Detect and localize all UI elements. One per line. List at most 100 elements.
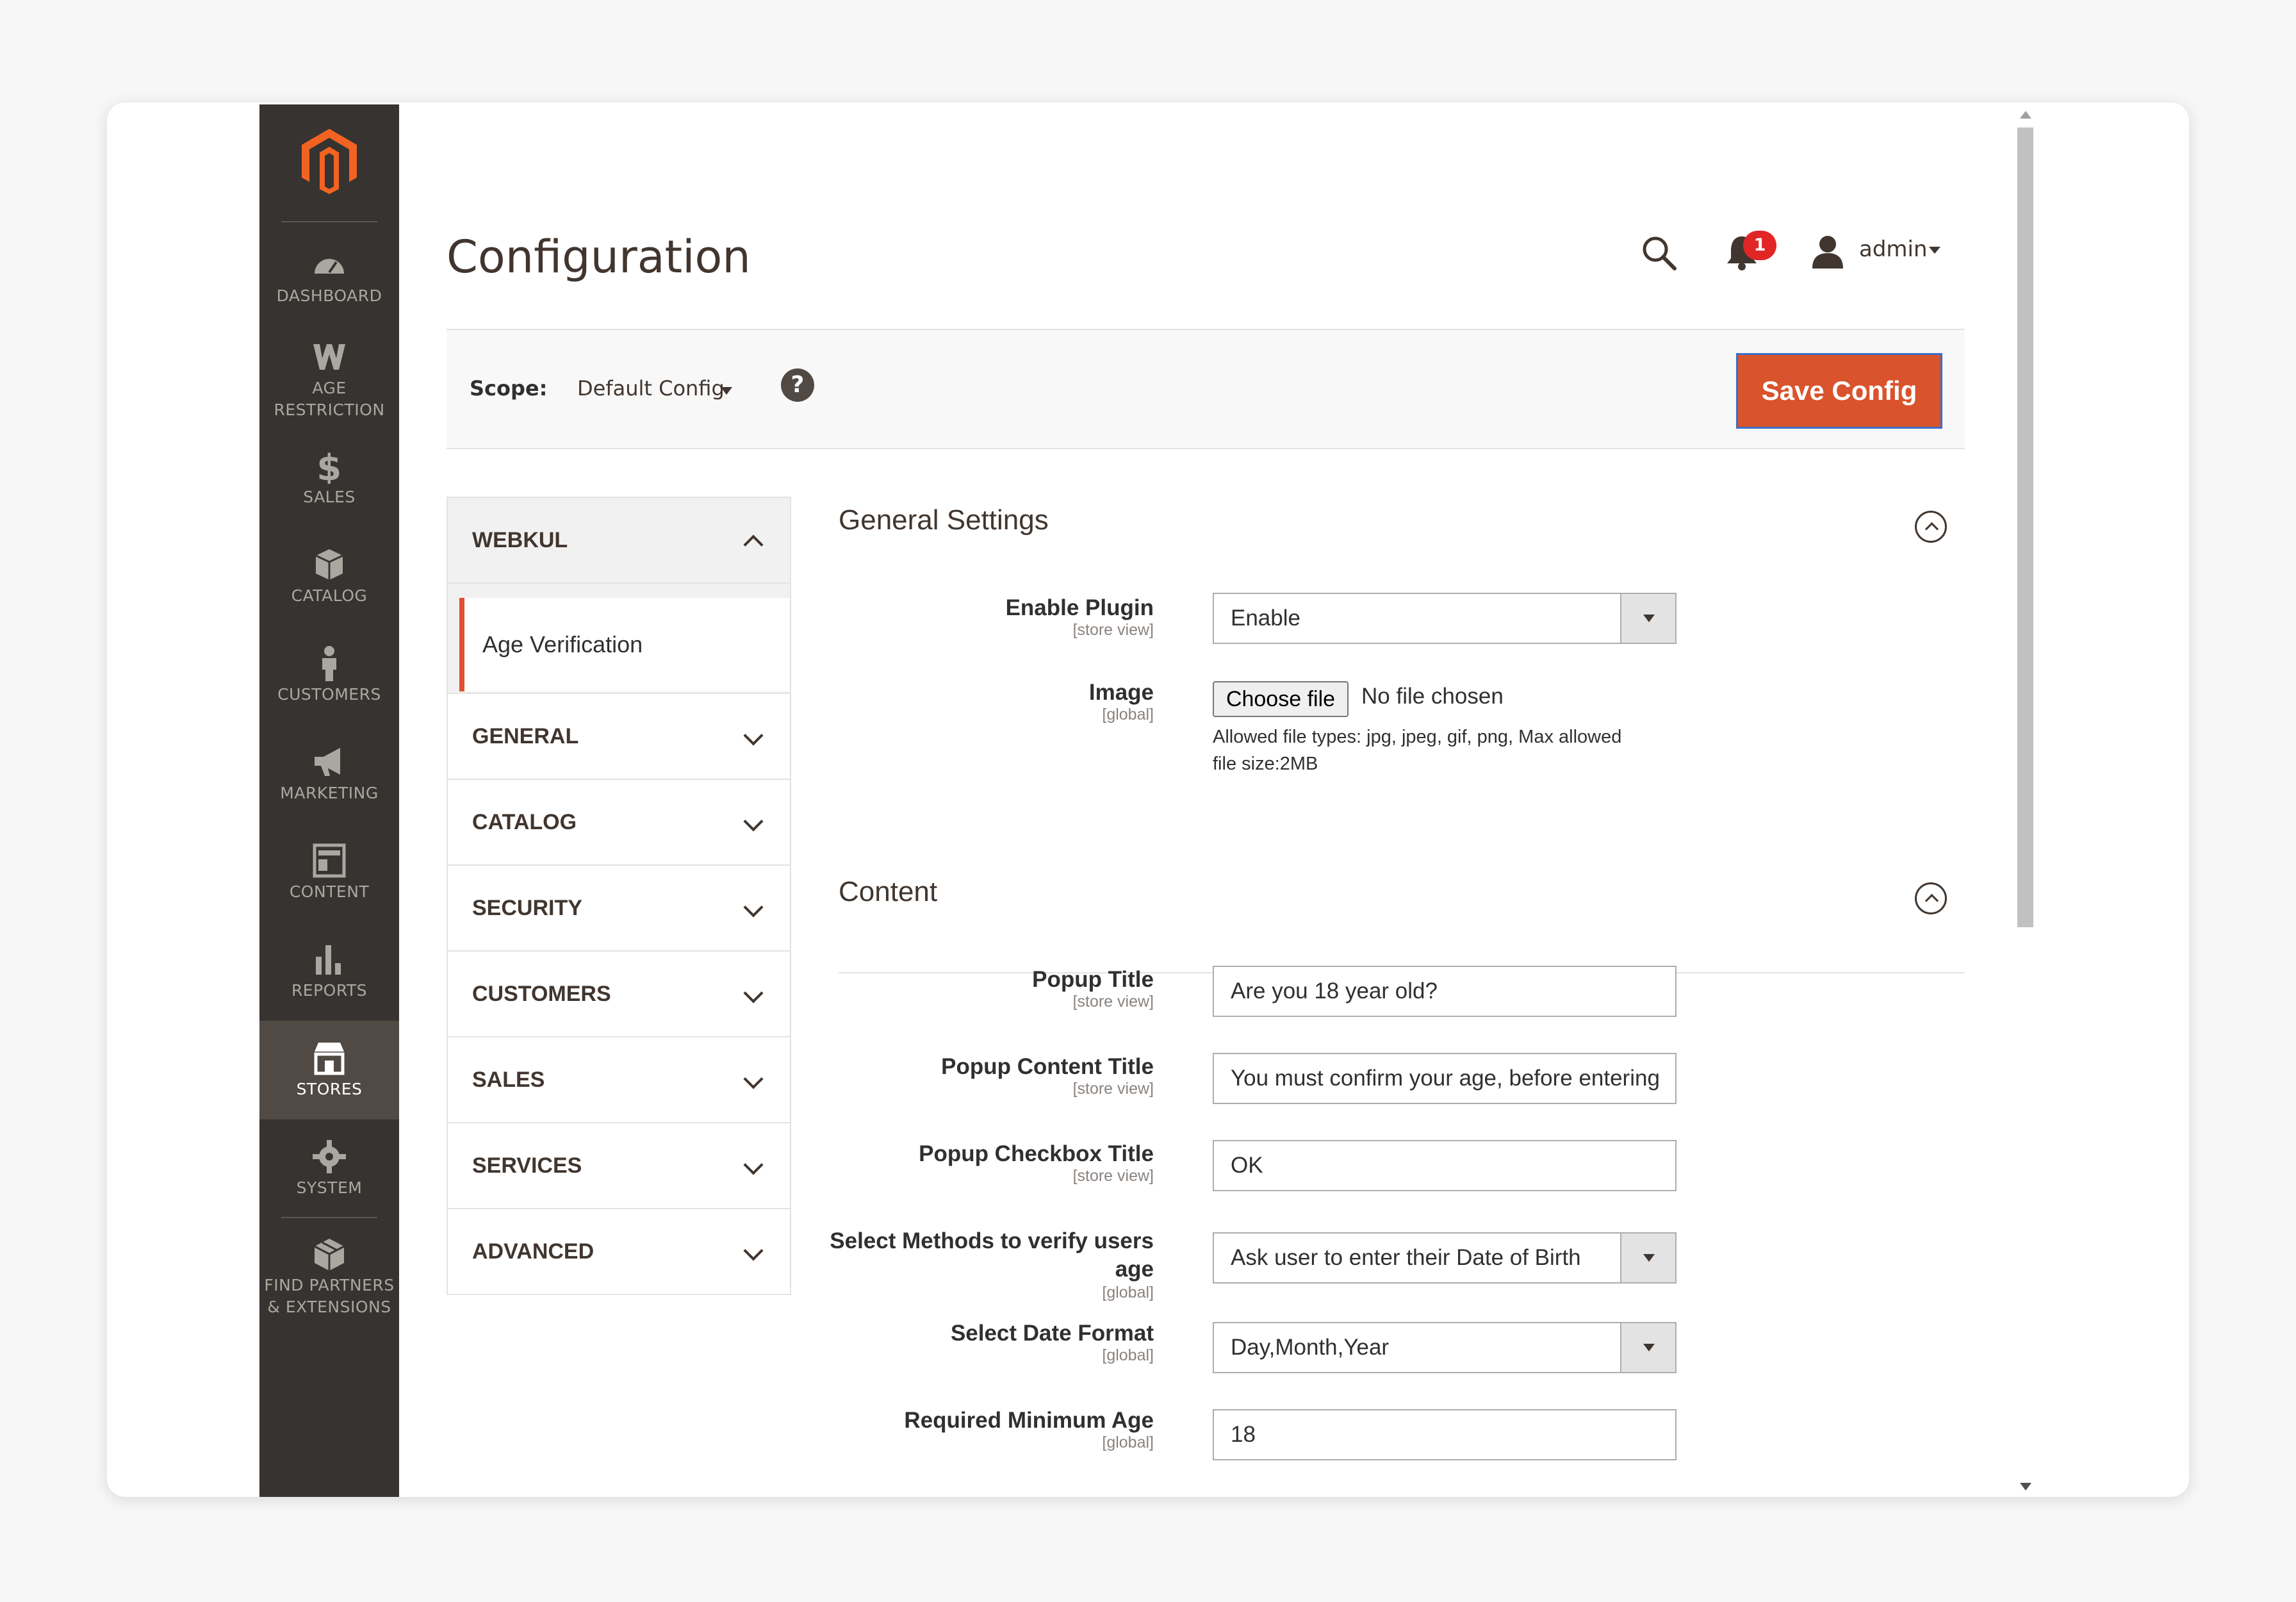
field-scope: [store view]	[1072, 1080, 1154, 1098]
person-icon	[322, 646, 336, 681]
menu-separator	[281, 1217, 377, 1218]
menu-label-line1: FIND PARTNERS	[264, 1276, 395, 1294]
dollar-icon: $	[316, 448, 341, 484]
help-icon[interactable]: ?	[781, 368, 814, 402]
select-value: Day,Month,Year	[1231, 1335, 1390, 1360]
menu-item-system[interactable]: SYSTEM	[259, 1139, 399, 1199]
menu-item-reports[interactable]: REPORTS	[259, 941, 399, 1002]
chevron-down-icon[interactable]	[721, 387, 732, 395]
menu-label: DASHBOARD	[276, 286, 382, 305]
enable-plugin-select[interactable]: Enable	[1213, 593, 1677, 644]
scrollbar-thumb[interactable]	[2017, 128, 2033, 927]
menu-item-content[interactable]: CONTENT	[259, 843, 399, 903]
tab-label: SERVICES	[472, 1153, 582, 1178]
admin-app: DASHBOARD AGE RESTRICTION $ SALES CATALO…	[259, 104, 2037, 1497]
choose-file-button[interactable]: Choose file	[1213, 681, 1349, 717]
tab-sales[interactable]: SALES	[447, 1036, 791, 1123]
svg-text:$: $	[316, 448, 341, 484]
notification-badge[interactable]: 1	[1743, 231, 1776, 260]
chevron-down-icon[interactable]	[1620, 594, 1675, 643]
menu-label: SYSTEM	[296, 1178, 363, 1197]
chevron-down-icon[interactable]	[1929, 247, 1940, 254]
verify-method-select[interactable]: Ask user to enter their Date of Birth	[1213, 1232, 1677, 1284]
tab-customers[interactable]: CUSTOMERS	[447, 950, 791, 1037]
popup-checkbox-title-input[interactable]: OK	[1213, 1140, 1677, 1191]
chevron-down-icon	[743, 897, 764, 918]
label-line1: Select Methods to verify users	[830, 1228, 1154, 1253]
save-config-button[interactable]: Save Config	[1736, 353, 1942, 429]
magento-logo-icon[interactable]	[299, 128, 359, 194]
tab-security[interactable]: SECURITY	[447, 864, 791, 952]
field-scope: [global]	[1102, 706, 1154, 723]
menu-item-catalog[interactable]: CATALOG	[259, 547, 399, 607]
menu-label: REPORTS	[291, 981, 368, 1000]
menu-label: STORES	[296, 1080, 363, 1098]
scrollbar[interactable]	[2013, 104, 2037, 1497]
scope-switcher[interactable]: Default Config	[577, 376, 725, 400]
file-status: No file chosen	[1361, 684, 1504, 709]
field-label-date-format: Select Date Format	[950, 1321, 1154, 1346]
popup-content-title-input[interactable]: You must confirm your age, before enteri…	[1213, 1053, 1677, 1104]
tab-label: CATALOG	[472, 810, 577, 834]
image-note: Allowed file types: jpg, jpeg, gif, png,…	[1213, 723, 1700, 777]
tab-label: ADVANCED	[472, 1239, 594, 1264]
tab-item-age-verification[interactable]: Age Verification	[459, 598, 790, 691]
menu-label: CATALOG	[291, 586, 368, 605]
page-title: Configuration	[447, 231, 751, 283]
tab-label: SECURITY	[472, 896, 582, 920]
chevron-down-icon[interactable]	[1620, 1234, 1675, 1282]
field-label-verify-method: Select Methods to verify users age	[795, 1227, 1154, 1284]
bar-chart-icon	[316, 945, 341, 975]
layout-icon	[313, 843, 346, 878]
tab-general[interactable]: GENERAL	[447, 693, 791, 780]
scope-bar: Scope: Default Config ? Save Config	[447, 329, 1965, 449]
menu-item-marketing[interactable]: MARKETING	[259, 744, 399, 804]
tab-services[interactable]: SERVICES	[447, 1122, 791, 1209]
scroll-down-arrow-icon[interactable]	[2020, 1483, 2031, 1491]
menu-item-stores[interactable]: STORES	[259, 1021, 399, 1119]
select-value: Enable	[1231, 606, 1300, 631]
tab-webkul[interactable]: WEBKUL	[447, 497, 791, 584]
image-note-line2: file size:2MB	[1213, 754, 1318, 774]
tab-webkul-items: Age Verification	[447, 584, 791, 694]
field-label-popup-checkbox-title: Popup Checkbox Title	[919, 1141, 1154, 1166]
menu-item-age-restriction[interactable]: AGE RESTRICTION	[259, 339, 399, 421]
store-icon	[314, 1043, 345, 1075]
extensions-icon	[314, 1239, 345, 1271]
menu-item-dashboard[interactable]: DASHBOARD	[259, 247, 399, 307]
section-title-general-settings[interactable]: General Settings	[839, 504, 1049, 536]
tab-advanced[interactable]: ADVANCED	[447, 1208, 791, 1295]
menu-item-customers[interactable]: CUSTOMERS	[259, 645, 399, 706]
menu-separator	[281, 221, 377, 222]
chevron-down-icon	[743, 1241, 764, 1261]
tab-label: CUSTOMERS	[472, 982, 611, 1006]
field-label-popup-content-title: Popup Content Title	[941, 1054, 1154, 1079]
search-icon[interactable]	[1639, 233, 1678, 272]
chevron-down-icon	[743, 811, 764, 832]
admin-user-name[interactable]: admin	[1859, 236, 1928, 262]
menu-item-sales[interactable]: $ SALES	[259, 448, 399, 508]
collapse-icon[interactable]	[1915, 882, 1947, 914]
user-icon[interactable]	[1808, 234, 1847, 270]
menu-item-find-partners[interactable]: FIND PARTNERS & EXTENSIONS	[259, 1236, 399, 1318]
section-title-content[interactable]: Content	[839, 876, 937, 908]
tab-label: GENERAL	[472, 724, 579, 748]
chevron-down-icon[interactable]	[1620, 1323, 1675, 1372]
tab-catalog[interactable]: CATALOG	[447, 779, 791, 866]
menu-label: CUSTOMERS	[277, 685, 381, 704]
popup-title-input[interactable]: Are you 18 year old?	[1213, 966, 1677, 1017]
date-format-select[interactable]: Day,Month,Year	[1213, 1322, 1677, 1373]
gear-icon	[313, 1140, 346, 1173]
field-label-min-age: Required Minimum Age	[904, 1408, 1154, 1433]
dashboard-icon	[315, 259, 344, 274]
field-label-image: Image	[1088, 680, 1154, 705]
chevron-down-icon	[743, 725, 764, 746]
menu-label: CONTENT	[289, 882, 370, 901]
field-scope: [global]	[1102, 1284, 1154, 1301]
label-line2: age	[1115, 1257, 1154, 1282]
min-age-input[interactable]: 18	[1213, 1409, 1677, 1460]
collapse-icon[interactable]	[1915, 511, 1947, 543]
webkul-w-icon	[313, 344, 345, 370]
box-icon	[315, 549, 343, 580]
scroll-up-arrow-icon[interactable]	[2020, 111, 2031, 119]
